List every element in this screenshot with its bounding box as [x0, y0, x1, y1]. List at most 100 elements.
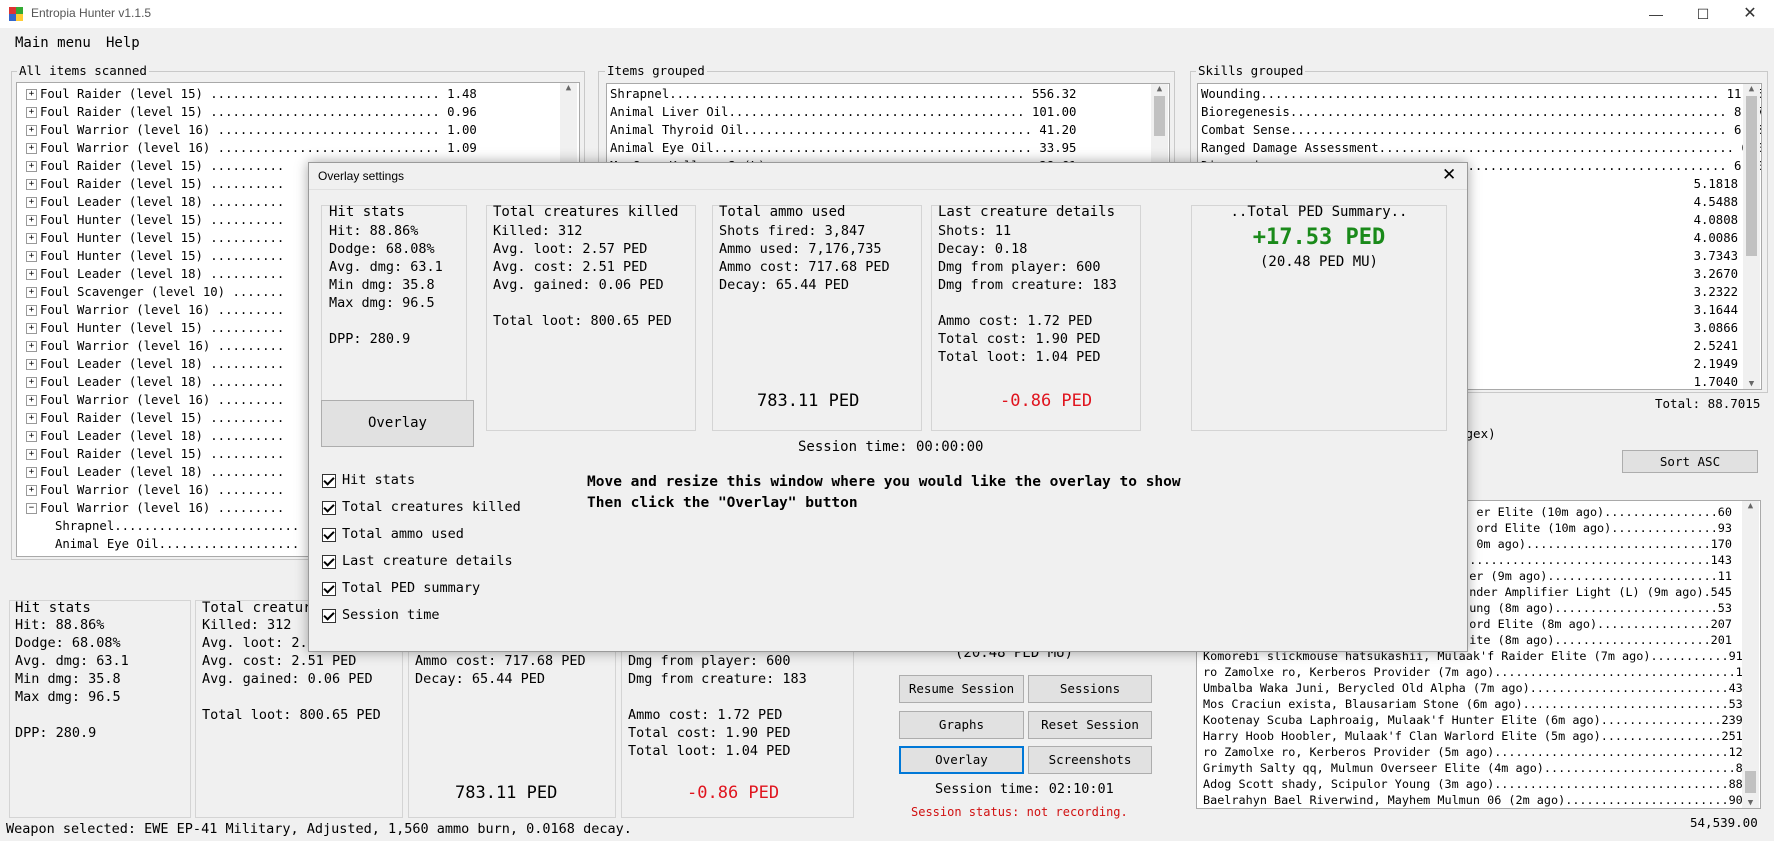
expand-icon[interactable]: + — [26, 323, 37, 334]
expand-icon[interactable]: + — [26, 395, 37, 406]
overlay-hit-title: Hit stats — [329, 204, 405, 220]
tree-item[interactable]: + Foul Raider (level 15) ................… — [26, 103, 579, 121]
maximize-icon[interactable]: ☐ — [1680, 0, 1726, 28]
graphs-button[interactable]: Graphs — [899, 711, 1024, 739]
expand-icon[interactable]: + — [26, 377, 37, 388]
list-item[interactable]: ro Zamolxe ro, Kerberos Provider (7m ago… — [1203, 664, 1760, 680]
list-item[interactable]: Adog Scott shady, Scipulor Young (3m ago… — [1203, 776, 1760, 792]
list-item[interactable]: Harry Hoob Hoobler, Mulaak'f Clan Warlor… — [1203, 728, 1760, 744]
expand-icon[interactable]: + — [26, 467, 37, 478]
overlay-instructions-2: Then click the "Overlay" button — [587, 495, 858, 511]
skills-scrollbar[interactable]: ▲ ▼ — [1743, 84, 1760, 389]
weapon-selected: Weapon selected: EWE EP-41 Military, Adj… — [6, 821, 632, 837]
avg-cost-value: Avg. cost: 2.51 PED — [202, 653, 357, 669]
list-item[interactable]: Umbalba Waka Juni, Berycled Old Alpha (7… — [1203, 680, 1760, 696]
items-grouped-scrollbar[interactable]: ▲ — [1151, 84, 1168, 169]
overlay-last-dmg-player: Dmg from player: 600 — [938, 259, 1101, 275]
list-item[interactable]: ro Zamolxe ro, Kerberos Provider (5m ago… — [1203, 744, 1760, 760]
overlay-last-creature-panel: Last creature details Shots: 11 Decay: 0… — [931, 204, 1141, 431]
checkbox-hit-stats[interactable]: Hit stats — [322, 472, 521, 499]
skill-value: 3.2322 — [1693, 285, 1738, 299]
overlay-killed: Killed: 312 — [493, 223, 583, 239]
expand-icon[interactable]: + — [26, 305, 37, 316]
expand-icon[interactable]: + — [26, 449, 37, 460]
overlay-last-decay: Decay: 0.18 — [938, 241, 1028, 257]
overlay-last-title: Last creature details — [938, 204, 1116, 220]
overlay-settings-dialog[interactable]: Overlay settings ✕ Hit stats Hit: 88.86%… — [308, 162, 1468, 652]
list-item: Animal Eye Oil..........................… — [610, 141, 1077, 155]
overlay-session-time: Session time: 00:00:00 — [798, 439, 984, 455]
expand-icon[interactable]: + — [26, 359, 37, 370]
overlay-dialog-button[interactable]: Overlay — [321, 400, 474, 447]
screenshots-button[interactable]: Screenshots — [1028, 746, 1152, 774]
expand-icon[interactable]: + — [26, 179, 37, 190]
items-grouped-label: Items grouped — [605, 63, 707, 78]
list-item[interactable]: Mos Craciun exista, Blausariam Stone (6m… — [1203, 696, 1760, 712]
overlay-dpp: DPP: 280.9 — [329, 331, 411, 347]
tree-item[interactable]: + Foul Warrior (level 16) ...............… — [26, 139, 579, 157]
sort-asc-button[interactable]: Sort ASC — [1622, 450, 1758, 473]
list-item[interactable]: Baelrahyn Bael Riverwind, Mayhem Mulmun … — [1203, 792, 1760, 808]
close-icon[interactable]: ✕ — [1727, 0, 1773, 28]
hit-value: Hit: 88.86% — [15, 617, 105, 633]
expand-icon[interactable]: + — [26, 215, 37, 226]
last-creature-result: -0.86 PED — [687, 783, 780, 803]
tree-item[interactable]: + Foul Warrior (level 16) ...............… — [26, 121, 579, 139]
checkbox-creatures[interactable]: Total creatures killed — [322, 499, 521, 526]
expand-icon[interactable]: + — [26, 485, 37, 496]
expand-icon[interactable]: + — [26, 431, 37, 442]
list-item: Wounding................................… — [1201, 87, 1762, 101]
skills-grouped-label: Skills grouped — [1196, 63, 1306, 78]
sessions-button[interactable]: Sessions — [1028, 675, 1152, 703]
list-item: Bioregenesis............................… — [1201, 105, 1762, 119]
expand-icon[interactable]: + — [26, 341, 37, 352]
checkbox-ammo[interactable]: Total ammo used — [322, 526, 521, 553]
expand-icon[interactable]: + — [26, 161, 37, 172]
overlay-creatures-panel: Total creatures killed Killed: 312 Avg. … — [486, 204, 696, 431]
dialog-title: Overlay settings — [318, 169, 405, 183]
overlay-button[interactable]: Overlay — [899, 746, 1024, 774]
kills-scrollbar[interactable]: ▲ ▼ — [1742, 501, 1759, 808]
checkbox-session-time[interactable]: Session time — [322, 607, 521, 634]
overlay-decay: Decay: 65.44 PED — [719, 277, 850, 293]
tree-item[interactable]: + Foul Raider (level 15) ................… — [26, 85, 579, 103]
checkbox-ped-summary[interactable]: Total PED summary — [322, 580, 521, 607]
expand-icon[interactable]: + — [26, 197, 37, 208]
expand-icon[interactable]: + — [26, 413, 37, 424]
menu-help[interactable]: Help — [106, 35, 140, 51]
menu-main[interactable]: Main menu — [15, 35, 91, 51]
list-item: Ranged Damage Assessment................… — [1201, 141, 1762, 155]
overlay-last-total-cost: Total cost: 1.90 PED — [938, 331, 1101, 347]
expand-icon[interactable]: + — [26, 287, 37, 298]
dialog-close-icon[interactable]: ✕ — [1442, 165, 1456, 185]
overlay-avg-loot: Avg. loot: 2.57 PED — [493, 241, 648, 257]
tree-item-label: Foul Warrior (level 16) ................… — [40, 141, 477, 155]
expand-icon[interactable]: + — [26, 269, 37, 280]
ammo-total-value: 783.11 PED — [455, 783, 558, 803]
overlay-ammo-title: Total ammo used — [719, 204, 846, 220]
list-item[interactable]: Kootenay Scuba Laphroaig, Mulaak'f Hunte… — [1203, 712, 1760, 728]
tree-item-label: Foul Raider (level 15) .......... — [40, 177, 285, 191]
items-grouped-list[interactable]: Shrapnel................................… — [606, 83, 1170, 170]
tree-item-label: Foul Warrior (level 16) ......... — [40, 339, 285, 353]
expand-icon[interactable]: + — [26, 89, 37, 100]
reset-session-button[interactable]: Reset Session — [1028, 711, 1152, 739]
skills-total: Total: 88.7015 — [1655, 396, 1761, 411]
checkbox-last-creature[interactable]: Last creature details — [322, 553, 521, 580]
list-item: Animal Thyroid Oil......................… — [610, 123, 1077, 137]
overlay-ammo-used: Ammo used: 7,176,735 — [719, 241, 882, 257]
resume-session-button[interactable]: Resume Session — [899, 675, 1024, 703]
expand-icon[interactable]: + — [26, 251, 37, 262]
tree-item-label: Foul Scavenger (level 10) ....... — [40, 285, 285, 299]
expand-icon[interactable]: + — [26, 107, 37, 118]
tree-item-label: Foul Raider (level 15) .................… — [40, 87, 477, 101]
expand-icon[interactable]: + — [26, 125, 37, 136]
collapse-icon[interactable]: − — [26, 503, 37, 514]
tree-item-label: Foul Warrior (level 16) ......... — [40, 393, 285, 407]
tree-item-label: Foul Raider (level 15) .......... — [40, 159, 285, 173]
expand-icon[interactable]: + — [26, 143, 37, 154]
skill-value: 5.1818 — [1693, 177, 1738, 191]
expand-icon[interactable]: + — [26, 233, 37, 244]
list-item[interactable]: Grimyth Salty qq, Mulmun Overseer Elite … — [1203, 760, 1760, 776]
minimize-icon[interactable]: — — [1633, 0, 1679, 28]
